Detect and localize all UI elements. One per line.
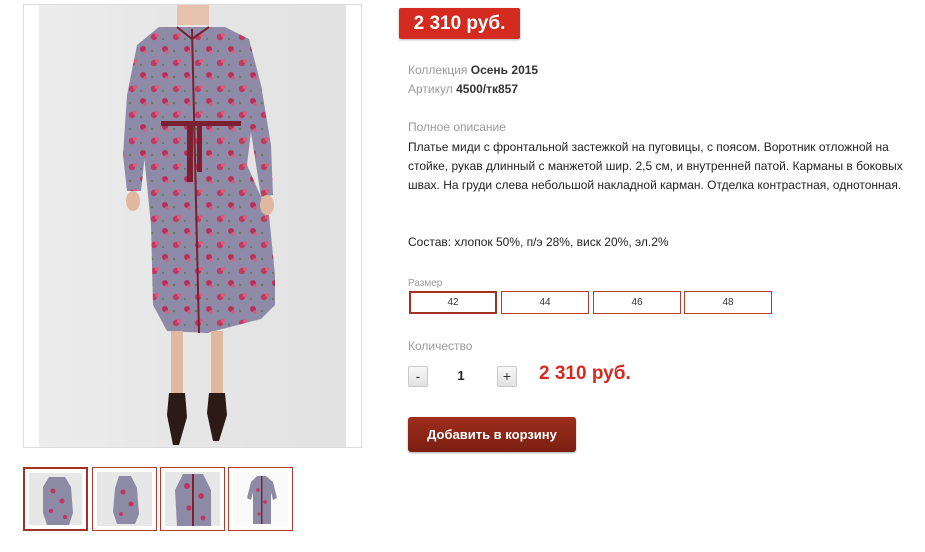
- dress-illustration: [123, 5, 275, 445]
- sku-row: Артикул 4500/тк857: [408, 82, 518, 97]
- collection-value: Осень 2015: [470, 63, 539, 77]
- description-text: Платье миди с фронтальной застежкой на п…: [408, 140, 903, 192]
- thumbnail-dress-image: [247, 476, 277, 524]
- price-badge: 2 310 руб.: [399, 8, 520, 39]
- thumbnail-side[interactable]: [92, 467, 157, 531]
- description-label: Полное описание: [408, 120, 506, 134]
- size-label: Размер: [408, 278, 443, 289]
- thumbnail-dress-image: [43, 477, 73, 525]
- size-option-48[interactable]: 48: [684, 291, 772, 314]
- add-to-cart-button[interactable]: Добавить в корзину: [408, 417, 576, 452]
- quantity-value[interactable]: 1: [450, 368, 472, 383]
- quantity-decrease-button[interactable]: -: [408, 366, 428, 387]
- collection-row: Коллекция Осень 2015: [408, 63, 538, 78]
- size-option-46[interactable]: 46: [593, 291, 681, 314]
- size-option-44[interactable]: 44: [501, 291, 589, 314]
- thumbnail-detail[interactable]: [160, 467, 225, 531]
- total-price: 2 310 руб.: [539, 363, 631, 384]
- thumbnail-dress-image: [113, 476, 139, 524]
- collection-label: Коллекция: [408, 63, 468, 77]
- product-main-image[interactable]: [23, 4, 362, 448]
- quantity-increase-button[interactable]: +: [497, 366, 517, 387]
- thumbnail-front[interactable]: [23, 467, 88, 531]
- thumbnail-dress-image: [175, 474, 211, 526]
- size-option-42[interactable]: 42: [409, 291, 497, 314]
- thumbnail-flat[interactable]: [228, 467, 293, 531]
- quantity-label: Количество: [408, 339, 473, 353]
- sku-label: Артикул: [408, 82, 453, 96]
- composition-text: Состав: хлопок 50%, п/э 28%, виск 20%, э…: [408, 235, 669, 249]
- sku-value: 4500/тк857: [456, 82, 519, 96]
